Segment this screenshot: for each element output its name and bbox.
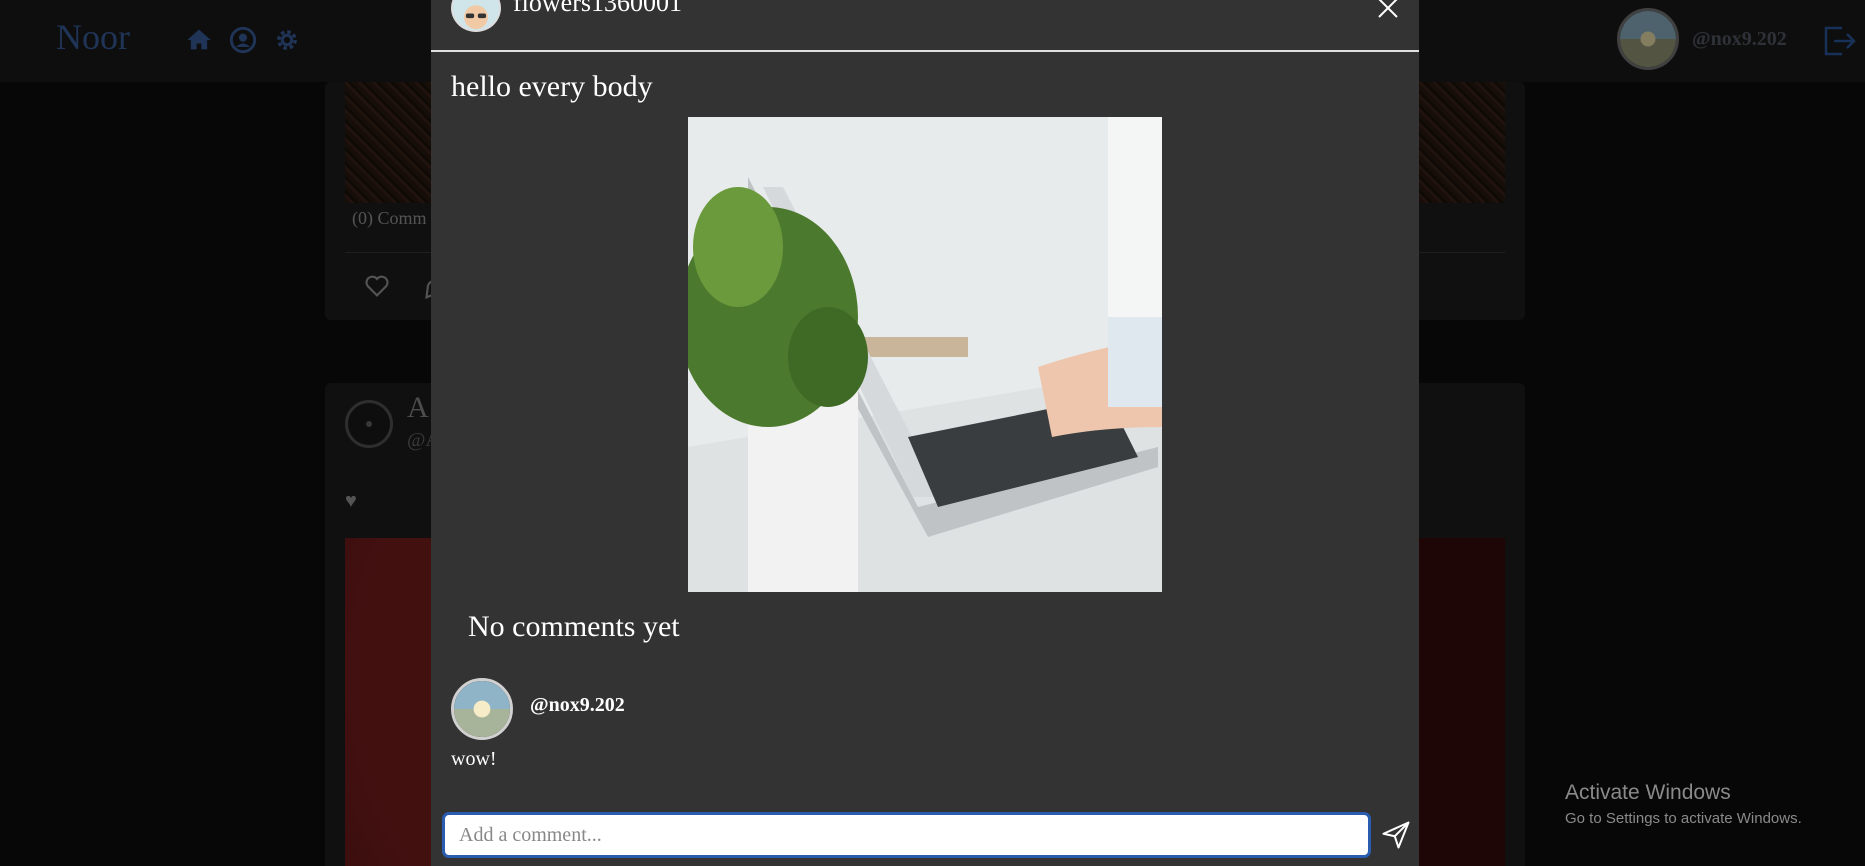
send-icon[interactable]	[1381, 820, 1411, 850]
comment-input[interactable]	[442, 812, 1371, 858]
comment-username[interactable]: @nox9.202	[530, 694, 625, 717]
post-detail-modal: flowers1360001 hello every body No comme…	[431, 0, 1419, 866]
post-author-name[interactable]: flowers1360001	[513, 0, 682, 18]
post-text: hello every body	[451, 70, 653, 103]
activate-windows-subtitle: Go to Settings to activate Windows.	[1565, 810, 1802, 827]
modal-header: flowers1360001	[431, 0, 1419, 52]
no-comments-label: No comments yet	[468, 610, 680, 643]
comment-avatar[interactable]	[451, 678, 513, 740]
post-image	[688, 117, 1162, 592]
author-avatar[interactable]	[451, 0, 501, 32]
activate-windows-title: Activate Windows	[1565, 781, 1731, 804]
comment-text: wow!	[451, 748, 497, 770]
close-icon[interactable]	[1376, 0, 1400, 20]
